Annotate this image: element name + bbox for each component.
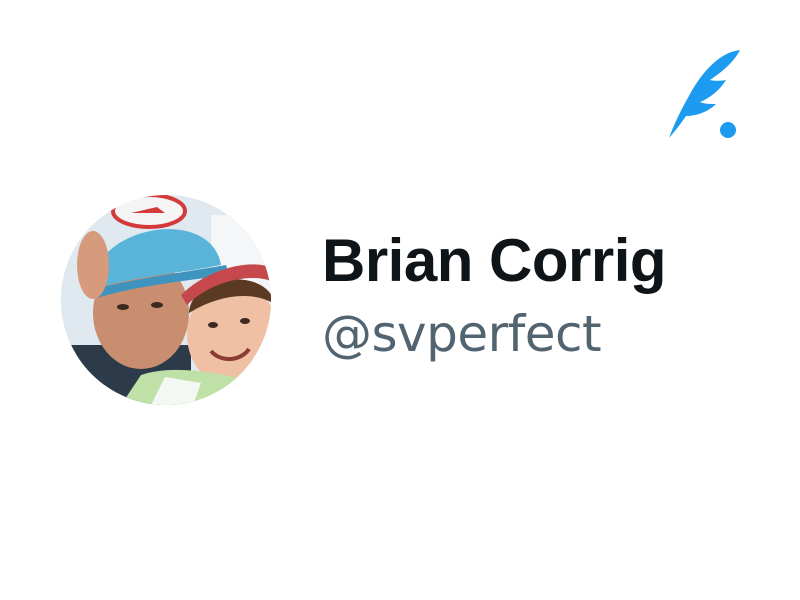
avatar[interactable] <box>61 195 271 405</box>
profile-identity: Brian Corrig @svperfect <box>322 224 680 370</box>
user-handle[interactable]: @svperfect <box>322 298 680 370</box>
display-name[interactable]: Brian Corrig <box>322 224 680 298</box>
profile-card: Brian Corrig @svperfect <box>0 0 800 600</box>
quill-logo-icon <box>664 46 744 142</box>
profile-photo-icon <box>61 195 271 405</box>
